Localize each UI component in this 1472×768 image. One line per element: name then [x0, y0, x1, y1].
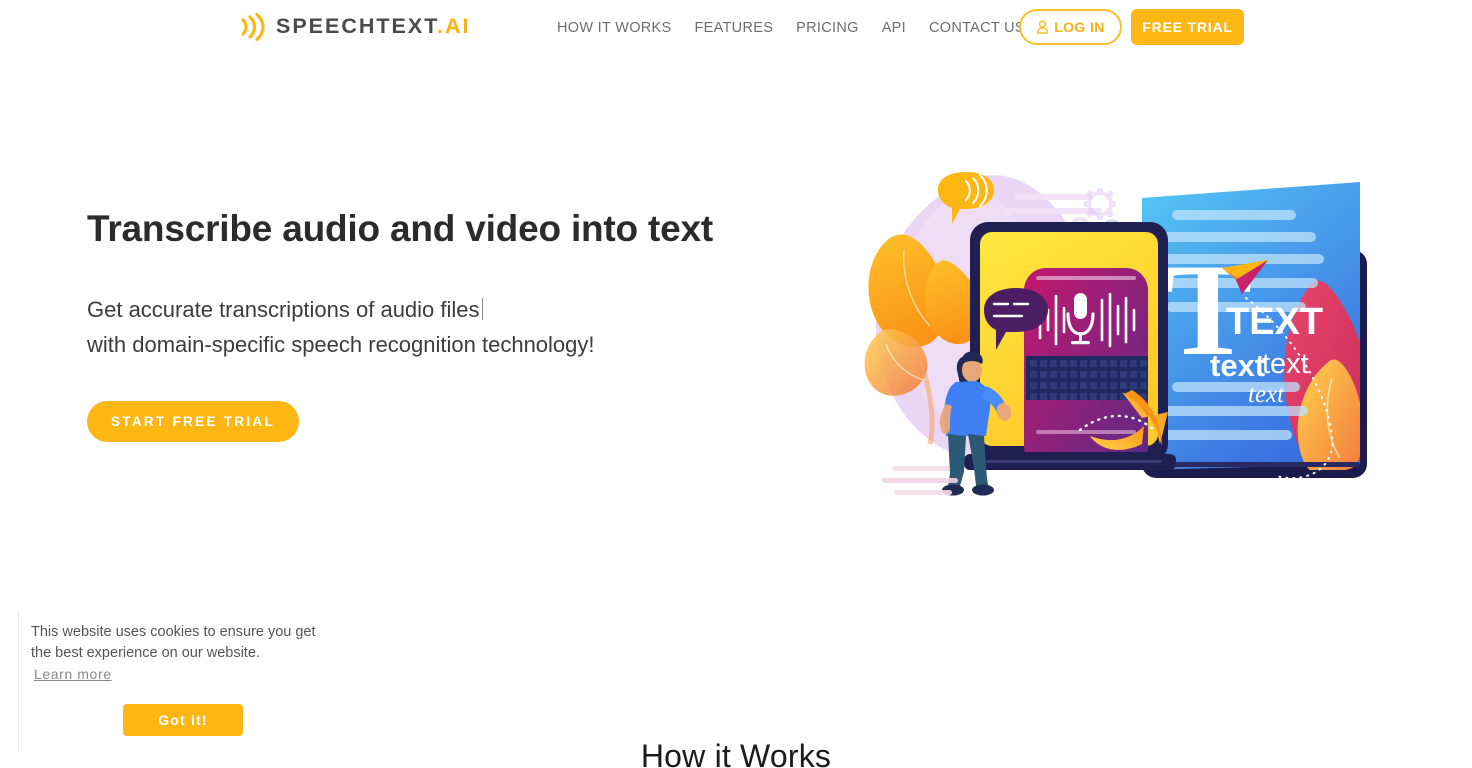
login-button-label: LOG IN — [1054, 19, 1105, 35]
sound-wave-icon — [238, 12, 266, 42]
cookie-accept-label: Got it! — [158, 712, 208, 728]
start-free-trial-button[interactable]: START FREE TRIAL — [87, 401, 299, 442]
nav-item-features[interactable]: FEATURES — [683, 19, 785, 37]
cookie-consent-banner: This website uses cookies to ensure you … — [18, 612, 338, 752]
how-it-works-heading: How it Works — [640, 738, 832, 768]
nav-item-api[interactable]: API — [870, 19, 917, 37]
illustration-text-small-1: text — [1210, 348, 1265, 383]
text-card-blue: T TEXT text text text — [1142, 182, 1367, 478]
hero-illustration: T TEXT text text text — [856, 168, 1401, 513]
laptop — [964, 222, 1176, 470]
hero-title: Transcribe audio and video into text — [87, 208, 714, 249]
cookie-learn-more-link[interactable]: Learn more — [34, 666, 112, 682]
logo[interactable]: SPEECHTEXT.AI — [238, 12, 470, 42]
logo-text: SPEECHTEXT.AI — [276, 16, 470, 38]
login-button[interactable]: LOG IN — [1019, 9, 1122, 45]
free-trial-button-label: FREE TRIAL — [1142, 19, 1233, 35]
decorative-lines-bottom — [882, 466, 958, 495]
illustration-text-small-2: text — [1262, 348, 1309, 380]
hero-subtitle-line1: Get accurate transcriptions of audio fil… — [87, 297, 480, 322]
logo-name: SPEECHTEXT — [276, 14, 437, 39]
cookie-accept-button[interactable]: Got it! — [123, 704, 243, 736]
illustration-text-caps: TEXT — [1226, 301, 1323, 343]
user-icon — [1036, 20, 1049, 34]
nav-item-how-it-works[interactable]: HOW IT WORKS — [557, 19, 683, 37]
free-trial-button[interactable]: FREE TRIAL — [1131, 9, 1244, 45]
hero-subtitle-line2: with domain-specific speech recognition … — [87, 332, 595, 357]
logo-suffix: .AI — [436, 14, 471, 39]
hero-subtitle: Get accurate transcriptions of audio fil… — [87, 292, 595, 362]
illustration-text-italic: text — [1248, 381, 1285, 408]
site-header: SPEECHTEXT.AI HOW IT WORKS FEATURES PRIC… — [0, 0, 1472, 55]
main-navigation: HOW IT WORKS FEATURES PRICING API CONTAC… — [557, 19, 1036, 37]
typing-caret — [481, 298, 484, 320]
nav-item-pricing[interactable]: PRICING — [785, 19, 871, 37]
cookie-message: This website uses cookies to ensure you … — [31, 624, 316, 661]
start-free-trial-label: START FREE TRIAL — [110, 414, 276, 429]
